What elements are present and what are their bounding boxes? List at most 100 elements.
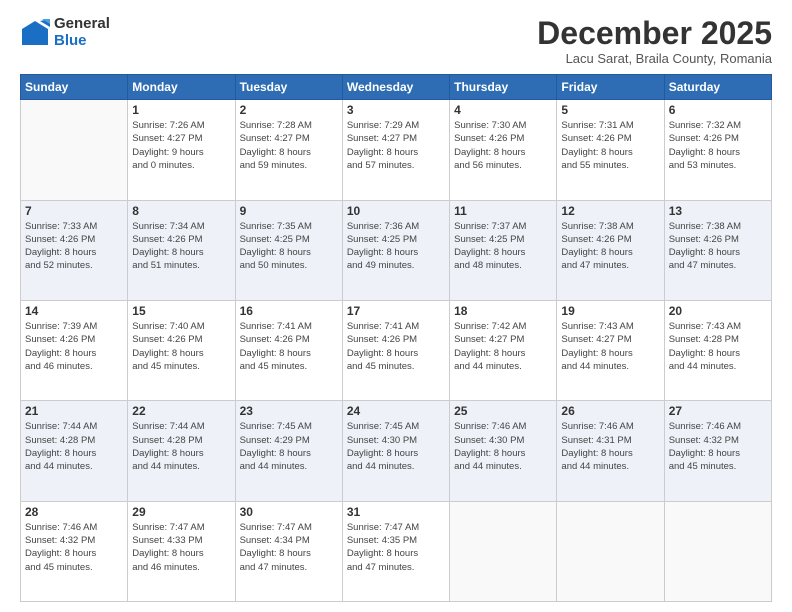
day-number: 8 [132, 204, 230, 218]
day-info: Sunrise: 7:35 AM Sunset: 4:25 PM Dayligh… [240, 220, 338, 273]
week-row-3: 14 Sunrise: 7:39 AM Sunset: 4:26 PM Dayli… [21, 300, 772, 400]
day-info: Sunrise: 7:33 AM Sunset: 4:26 PM Dayligh… [25, 220, 123, 273]
table-cell: 29 Sunrise: 7:47 AM Sunset: 4:33 PM Dayli… [128, 501, 235, 601]
day-number: 10 [347, 204, 445, 218]
day-number: 17 [347, 304, 445, 318]
day-info: Sunrise: 7:29 AM Sunset: 4:27 PM Dayligh… [347, 119, 445, 172]
day-number: 24 [347, 404, 445, 418]
table-cell: 8 Sunrise: 7:34 AM Sunset: 4:26 PM Daylig… [128, 200, 235, 300]
day-number: 29 [132, 505, 230, 519]
day-number: 3 [347, 103, 445, 117]
day-info: Sunrise: 7:41 AM Sunset: 4:26 PM Dayligh… [240, 320, 338, 373]
day-info: Sunrise: 7:45 AM Sunset: 4:29 PM Dayligh… [240, 420, 338, 473]
logo-icon [20, 19, 50, 47]
col-sunday: Sunday [21, 75, 128, 100]
day-number: 6 [669, 103, 767, 117]
day-info: Sunrise: 7:44 AM Sunset: 4:28 PM Dayligh… [132, 420, 230, 473]
day-info: Sunrise: 7:46 AM Sunset: 4:30 PM Dayligh… [454, 420, 552, 473]
table-cell: 18 Sunrise: 7:42 AM Sunset: 4:27 PM Dayli… [450, 300, 557, 400]
day-number: 5 [561, 103, 659, 117]
table-cell: 23 Sunrise: 7:45 AM Sunset: 4:29 PM Dayli… [235, 401, 342, 501]
week-row-4: 21Sunrise: 7:44 AM Sunset: 4:28 PM Dayli… [21, 401, 772, 501]
table-cell: 12 Sunrise: 7:38 AM Sunset: 4:26 PM Dayli… [557, 200, 664, 300]
day-info: Sunrise: 7:46 AM Sunset: 4:32 PM Dayligh… [25, 521, 123, 574]
table-cell: 5 Sunrise: 7:31 AM Sunset: 4:26 PM Daylig… [557, 100, 664, 200]
table-cell: 28 Sunrise: 7:46 AM Sunset: 4:32 PM Dayli… [21, 501, 128, 601]
day-info: Sunrise: 7:44 AM Sunset: 4:28 PM Dayligh… [25, 420, 123, 473]
month-title: December 2025 [537, 16, 772, 51]
day-info: Sunrise: 7:31 AM Sunset: 4:26 PM Dayligh… [561, 119, 659, 172]
table-cell: 20 Sunrise: 7:43 AM Sunset: 4:28 PM Dayli… [664, 300, 771, 400]
week-row-2: 7Sunrise: 7:33 AM Sunset: 4:26 PM Daylig… [21, 200, 772, 300]
table-cell [664, 501, 771, 601]
day-info: Sunrise: 7:26 AM Sunset: 4:27 PM Dayligh… [132, 119, 230, 172]
day-info: Sunrise: 7:47 AM Sunset: 4:35 PM Dayligh… [347, 521, 445, 574]
day-info: Sunrise: 7:38 AM Sunset: 4:26 PM Dayligh… [561, 220, 659, 273]
day-info: Sunrise: 7:34 AM Sunset: 4:26 PM Dayligh… [132, 220, 230, 273]
day-info: Sunrise: 7:41 AM Sunset: 4:26 PM Dayligh… [347, 320, 445, 373]
day-number: 9 [240, 204, 338, 218]
table-cell: 19Sunrise: 7:43 AM Sunset: 4:27 PM Dayli… [557, 300, 664, 400]
day-info: Sunrise: 7:39 AM Sunset: 4:26 PM Dayligh… [25, 320, 123, 373]
day-number: 23 [240, 404, 338, 418]
day-number: 26 [561, 404, 659, 418]
day-info: Sunrise: 7:43 AM Sunset: 4:28 PM Dayligh… [669, 320, 767, 373]
day-info: Sunrise: 7:42 AM Sunset: 4:27 PM Dayligh… [454, 320, 552, 373]
col-tuesday: Tuesday [235, 75, 342, 100]
day-number: 16 [240, 304, 338, 318]
day-number: 1 [132, 103, 230, 117]
day-info: Sunrise: 7:47 AM Sunset: 4:33 PM Dayligh… [132, 521, 230, 574]
day-info: Sunrise: 7:38 AM Sunset: 4:26 PM Dayligh… [669, 220, 767, 273]
day-number: 12 [561, 204, 659, 218]
header: General Blue December 2025 Lacu Sarat, B… [20, 16, 772, 66]
day-info: Sunrise: 7:45 AM Sunset: 4:30 PM Dayligh… [347, 420, 445, 473]
title-block: December 2025 Lacu Sarat, Braila County,… [537, 16, 772, 66]
logo: General Blue [20, 16, 110, 49]
table-cell: 2 Sunrise: 7:28 AM Sunset: 4:27 PM Daylig… [235, 100, 342, 200]
logo-blue-text: Blue [54, 33, 110, 50]
day-info: Sunrise: 7:47 AM Sunset: 4:34 PM Dayligh… [240, 521, 338, 574]
table-cell: 14 Sunrise: 7:39 AM Sunset: 4:26 PM Dayli… [21, 300, 128, 400]
day-info: Sunrise: 7:32 AM Sunset: 4:26 PM Dayligh… [669, 119, 767, 172]
calendar-table: Sunday Monday Tuesday Wednesday Thursday… [20, 74, 772, 602]
table-cell: 7Sunrise: 7:33 AM Sunset: 4:26 PM Daylig… [21, 200, 128, 300]
col-thursday: Thursday [450, 75, 557, 100]
day-info: Sunrise: 7:43 AM Sunset: 4:27 PM Dayligh… [561, 320, 659, 373]
logo-general-text: General [54, 16, 110, 33]
table-cell [557, 501, 664, 601]
day-number: 30 [240, 505, 338, 519]
table-cell: 13 Sunrise: 7:38 AM Sunset: 4:26 PM Dayli… [664, 200, 771, 300]
day-number: 18 [454, 304, 552, 318]
table-cell: 24 Sunrise: 7:45 AM Sunset: 4:30 PM Dayli… [342, 401, 449, 501]
table-cell: 30 Sunrise: 7:47 AM Sunset: 4:34 PM Dayli… [235, 501, 342, 601]
page: General Blue December 2025 Lacu Sarat, B… [0, 0, 792, 612]
table-cell: 22 Sunrise: 7:44 AM Sunset: 4:28 PM Dayli… [128, 401, 235, 501]
day-info: Sunrise: 7:30 AM Sunset: 4:26 PM Dayligh… [454, 119, 552, 172]
day-number: 2 [240, 103, 338, 117]
table-cell: 11Sunrise: 7:37 AM Sunset: 4:25 PM Dayli… [450, 200, 557, 300]
week-row-1: 1 Sunrise: 7:26 AM Sunset: 4:27 PM Daylig… [21, 100, 772, 200]
day-number: 31 [347, 505, 445, 519]
day-number: 25 [454, 404, 552, 418]
day-info: Sunrise: 7:37 AM Sunset: 4:25 PM Dayligh… [454, 220, 552, 273]
day-info: Sunrise: 7:28 AM Sunset: 4:27 PM Dayligh… [240, 119, 338, 172]
table-cell: 4Sunrise: 7:30 AM Sunset: 4:26 PM Daylig… [450, 100, 557, 200]
day-number: 22 [132, 404, 230, 418]
day-number: 20 [669, 304, 767, 318]
day-number: 13 [669, 204, 767, 218]
day-number: 15 [132, 304, 230, 318]
col-friday: Friday [557, 75, 664, 100]
day-number: 28 [25, 505, 123, 519]
day-info: Sunrise: 7:46 AM Sunset: 4:31 PM Dayligh… [561, 420, 659, 473]
day-info: Sunrise: 7:36 AM Sunset: 4:25 PM Dayligh… [347, 220, 445, 273]
day-info: Sunrise: 7:46 AM Sunset: 4:32 PM Dayligh… [669, 420, 767, 473]
table-cell: 9 Sunrise: 7:35 AM Sunset: 4:25 PM Daylig… [235, 200, 342, 300]
table-cell: 17 Sunrise: 7:41 AM Sunset: 4:26 PM Dayli… [342, 300, 449, 400]
col-saturday: Saturday [664, 75, 771, 100]
day-number: 14 [25, 304, 123, 318]
day-info: Sunrise: 7:40 AM Sunset: 4:26 PM Dayligh… [132, 320, 230, 373]
col-monday: Monday [128, 75, 235, 100]
calendar-header-row: Sunday Monday Tuesday Wednesday Thursday… [21, 75, 772, 100]
table-cell: 3 Sunrise: 7:29 AM Sunset: 4:27 PM Daylig… [342, 100, 449, 200]
location: Lacu Sarat, Braila County, Romania [537, 51, 772, 66]
